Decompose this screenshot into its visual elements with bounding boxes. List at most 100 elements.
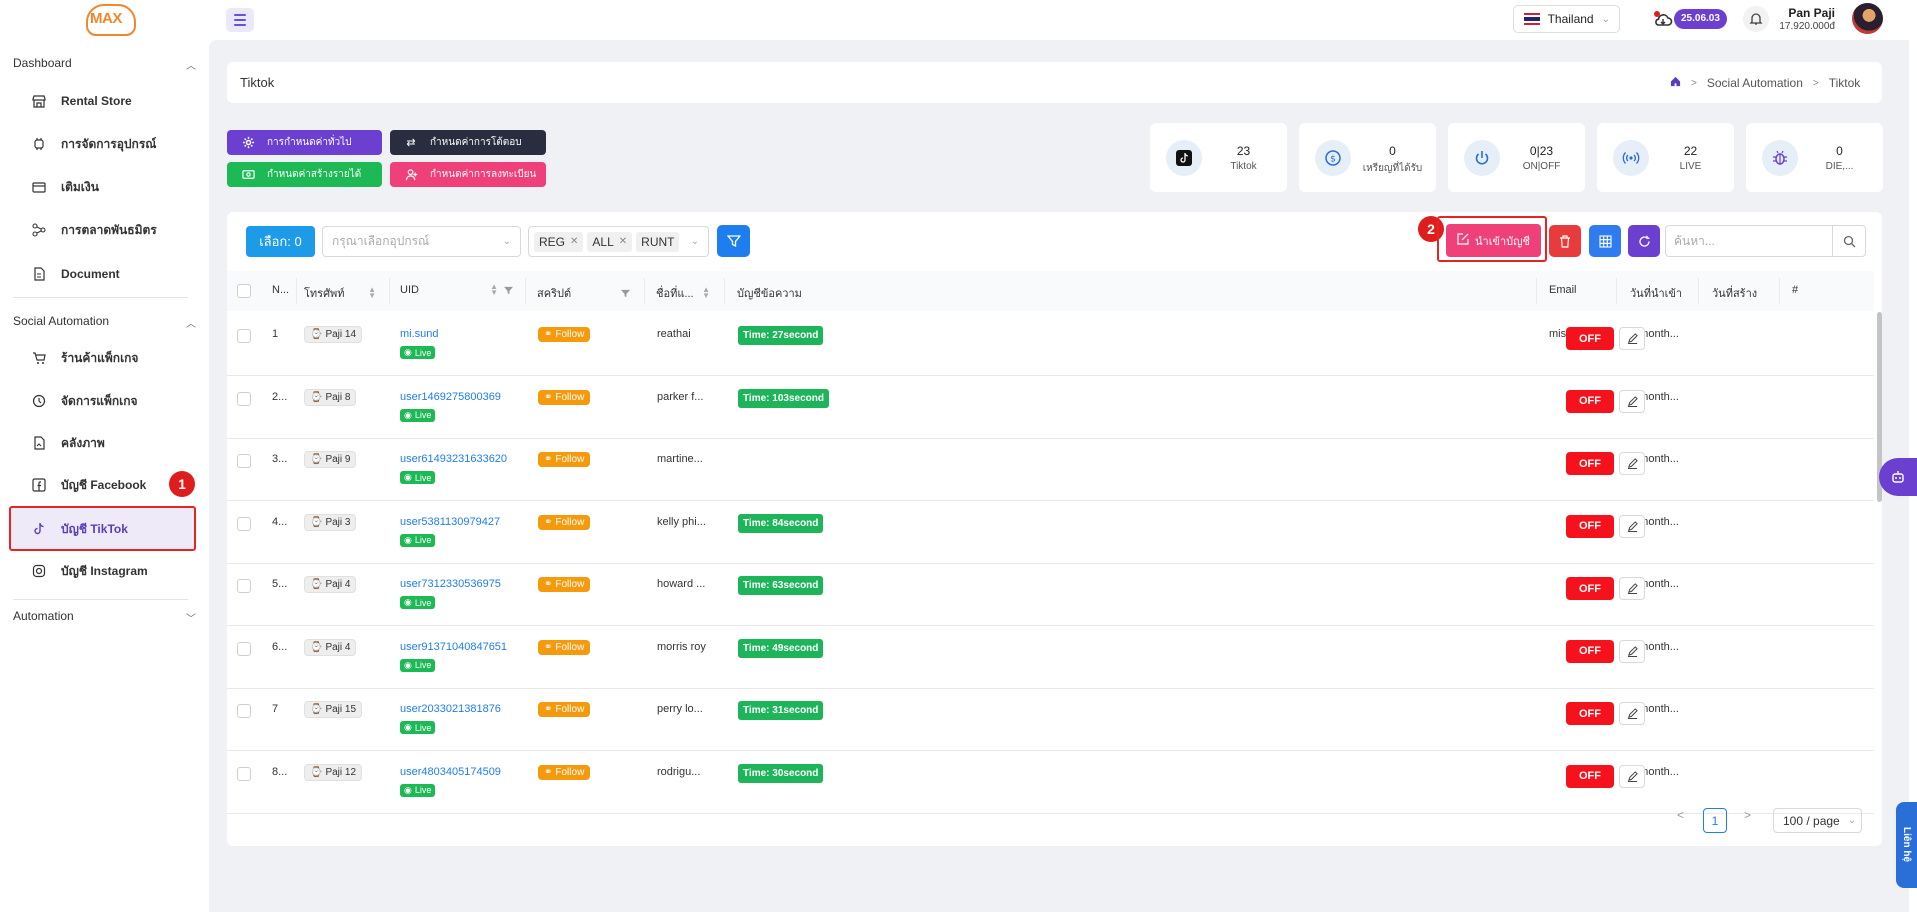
menu-toggle-button[interactable]: [226, 8, 254, 32]
row-checkbox[interactable]: [237, 579, 251, 593]
chevron-up-icon[interactable]: ︿: [186, 57, 196, 72]
prev-page-button[interactable]: <: [1677, 808, 1684, 822]
script-badge[interactable]: ⚭ Follow: [538, 389, 591, 405]
sidebar-section-social-automation[interactable]: Social Automation: [13, 314, 109, 328]
country-select[interactable]: Thailand ⌄: [1513, 5, 1620, 33]
row-checkbox[interactable]: [237, 329, 251, 343]
select-all-checkbox[interactable]: [237, 284, 251, 298]
avatar[interactable]: [1852, 3, 1883, 34]
close-icon[interactable]: ✕: [570, 236, 578, 247]
chevron-down-icon[interactable]: ﹀: [186, 610, 196, 625]
column-header-phone[interactable]: โทรศัพท์ ▲ ▼: [304, 284, 376, 302]
uid-link[interactable]: user1469275800369: [400, 391, 501, 403]
sidebar-item-facebook[interactable]: บัญชี Facebook: [9, 463, 196, 507]
uid-link[interactable]: user2033021381876: [400, 703, 501, 715]
edit-button[interactable]: [1619, 327, 1645, 350]
uid-link[interactable]: user4803405174509: [400, 766, 501, 778]
filter-button[interactable]: [717, 225, 750, 257]
sidebar-item-instagram[interactable]: บัญชี Instagram: [9, 549, 196, 593]
edit-button[interactable]: [1619, 639, 1645, 663]
phone-badge[interactable]: ⌚ Paji 14: [304, 326, 363, 343]
phone-badge[interactable]: ⌚ Paji 12: [304, 763, 363, 781]
sidebar-item-package-management[interactable]: จัดการแพ็กเกจ: [9, 379, 196, 423]
off-toggle-button[interactable]: OFF: [1566, 452, 1614, 475]
off-toggle-button[interactable]: OFF: [1566, 639, 1614, 663]
search-button[interactable]: [1832, 226, 1865, 256]
phone-badge[interactable]: ⌚ Paji 9: [304, 451, 357, 468]
script-badge[interactable]: ⚭ Follow: [538, 764, 591, 780]
delete-button[interactable]: [1549, 225, 1581, 257]
import-account-button[interactable]: นำเข้าบัญชี: [1446, 224, 1541, 257]
chevron-up-icon[interactable]: ︿: [186, 315, 196, 330]
tag-reg[interactable]: REG ✕: [534, 231, 584, 252]
logo[interactable]: MAX: [86, 4, 138, 38]
refresh-button[interactable]: [1628, 225, 1660, 257]
edit-button[interactable]: [1619, 514, 1645, 538]
search-input[interactable]: ค้นหา...: [1665, 225, 1866, 257]
row-checkbox[interactable]: [237, 704, 251, 718]
phone-badge[interactable]: ⌚ Paji 3: [304, 513, 357, 531]
sidebar-item-rental-store[interactable]: Rental Store: [9, 79, 196, 123]
sidebar-item-package-store[interactable]: ร้านค้าแพ็กเกจ: [9, 336, 196, 380]
uid-link[interactable]: user7312330536975: [400, 578, 501, 590]
row-checkbox[interactable]: [237, 391, 251, 406]
table-view-button[interactable]: [1589, 225, 1621, 257]
sort-icon[interactable]: ▲ ▼: [490, 283, 498, 297]
script-badge[interactable]: ⚭ Follow: [538, 639, 591, 655]
column-header-uid[interactable]: UID ▲ ▼: [400, 283, 513, 297]
device-select[interactable]: กรุณาเลือกอุปกรณ์ ⌄: [322, 226, 521, 257]
sidebar-item-affiliate[interactable]: การตลาดพันธมิตร: [9, 208, 196, 252]
tag-all[interactable]: ALL ✕: [587, 231, 633, 252]
script-badge[interactable]: ⚭ Follow: [538, 452, 591, 467]
sidebar-item-image-library[interactable]: คลังภาพ: [9, 421, 196, 465]
edit-button[interactable]: [1619, 577, 1645, 600]
phone-badge[interactable]: ⌚ Paji 4: [304, 576, 357, 593]
edit-button[interactable]: [1619, 764, 1645, 788]
close-icon[interactable]: ✕: [619, 236, 627, 247]
sidebar-item-topup[interactable]: เติมเงิน: [9, 165, 196, 209]
interaction-settings-button[interactable]: ⇄ กำหนดค่าการโต้ตอบ: [390, 130, 546, 155]
general-settings-button[interactable]: การกำหนดค่าทั่วไป: [227, 130, 382, 155]
contact-tab[interactable]: Liên hệ: [1896, 802, 1917, 888]
sidebar-item-document[interactable]: Document: [9, 252, 196, 296]
breadcrumb-item[interactable]: Social Automation: [1707, 76, 1803, 90]
off-toggle-button[interactable]: OFF: [1566, 327, 1614, 350]
uid-link[interactable]: user61493231633620: [400, 453, 507, 465]
tag-runt[interactable]: RUNT: [636, 231, 680, 252]
cloud-download-icon[interactable]: [1653, 10, 1673, 30]
register-settings-button[interactable]: กำหนดค่าการลงทะเบียน: [390, 162, 546, 187]
income-settings-button[interactable]: กำหนดค่าสร้างรายได้: [227, 162, 382, 187]
script-badge[interactable]: ⚭ Follow: [538, 327, 591, 342]
script-badge[interactable]: ⚭ Follow: [538, 702, 591, 717]
row-checkbox[interactable]: [237, 454, 251, 468]
sort-icon[interactable]: ▲ ▼: [702, 286, 710, 300]
off-toggle-button[interactable]: OFF: [1566, 389, 1614, 413]
home-icon[interactable]: [1670, 76, 1681, 90]
sidebar-section-automation[interactable]: Automation: [13, 609, 74, 623]
status-tag-select[interactable]: REG ✕ ALL ✕ RUNT ⌄: [528, 226, 709, 257]
row-checkbox[interactable]: [237, 766, 251, 781]
off-toggle-button[interactable]: OFF: [1566, 514, 1614, 538]
sort-icon[interactable]: ▲ ▼: [368, 286, 376, 300]
edit-button[interactable]: [1619, 389, 1645, 413]
phone-badge[interactable]: ⌚ Paji 8: [304, 388, 357, 406]
row-checkbox[interactable]: [237, 516, 251, 531]
edit-button[interactable]: [1619, 702, 1645, 725]
column-header-script[interactable]: สคริปต์: [537, 284, 630, 302]
script-badge[interactable]: ⚭ Follow: [538, 577, 591, 592]
selected-count-button[interactable]: เลือก: 0: [246, 226, 315, 257]
page-size-select[interactable]: 100 / page ⌄: [1773, 808, 1862, 833]
uid-link[interactable]: user5381130979427: [400, 516, 500, 528]
script-badge[interactable]: ⚭ Follow: [538, 514, 591, 530]
next-page-button[interactable]: >: [1744, 808, 1751, 822]
uid-link[interactable]: user91371040847651: [400, 641, 507, 653]
bell-icon[interactable]: [1743, 6, 1769, 32]
column-header-name[interactable]: ชื่อที่แ... ▲ ▼: [656, 284, 710, 302]
uid-link[interactable]: mi.sund: [400, 328, 439, 340]
off-toggle-button[interactable]: OFF: [1566, 702, 1614, 725]
off-toggle-button[interactable]: OFF: [1566, 577, 1614, 600]
phone-badge[interactable]: ⌚ Paji 4: [304, 638, 357, 656]
robot-assistant-button[interactable]: [1879, 458, 1917, 496]
sidebar-item-device-management[interactable]: การจัดการอุปกรณ์: [9, 122, 196, 166]
current-page-button[interactable]: 1: [1703, 808, 1727, 833]
